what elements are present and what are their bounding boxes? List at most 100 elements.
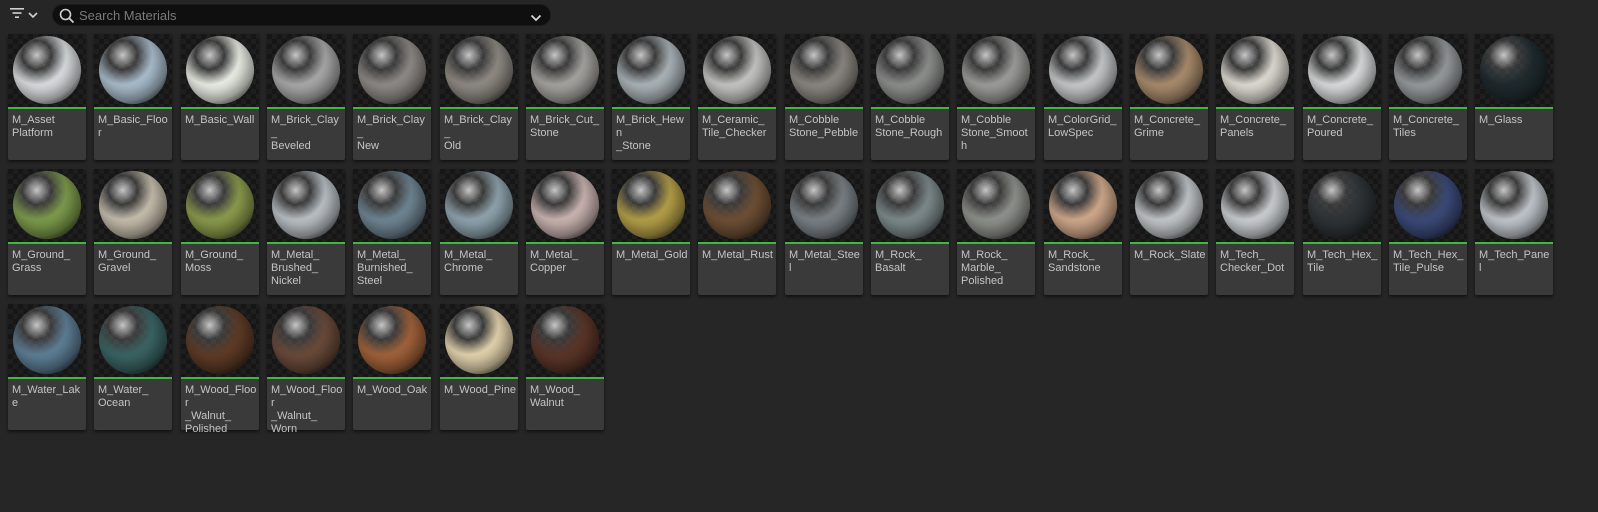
material-tile[interactable]: M_Ceramic_ Tile_Checker <box>698 34 776 160</box>
material-tile[interactable]: M_Water_ Ocean <box>94 304 172 430</box>
material-name: M_Wood_Pine <box>444 384 516 396</box>
material-name: M_Basic_Wall <box>185 114 255 126</box>
material-tile[interactable]: M_Wood_ Walnut <box>526 304 604 430</box>
material-thumbnail <box>440 169 518 244</box>
material-thumbnail <box>440 304 518 379</box>
material-thumbnail <box>1475 169 1553 244</box>
material-tile[interactable]: M_Brick_Clay_ Beveled <box>267 34 345 160</box>
material-tile[interactable]: M_Tech_Hex_ Tile <box>1303 169 1381 295</box>
material-name: M_Water_ Ocean <box>98 384 149 409</box>
material-thumbnail <box>957 34 1035 109</box>
material-tile[interactable]: M_Tech_ Checker_Dot <box>1216 169 1294 295</box>
material-thumbnail <box>181 169 259 244</box>
material-thumbnail <box>94 169 172 244</box>
material-tile[interactable]: M_Metal_ Brushed_ Nickel <box>267 169 345 295</box>
material-tile[interactable]: M_Concrete_ Tiles <box>1389 34 1467 160</box>
material-tile[interactable]: M_Concrete_ Grime <box>1130 34 1208 160</box>
material-sphere-preview <box>531 306 599 374</box>
material-tile[interactable]: M_Concrete_ Poured <box>1303 34 1381 160</box>
material-tile[interactable]: M_Wood_Floor _Walnut_ Polished <box>181 304 259 435</box>
material-thumbnail <box>1303 169 1381 244</box>
material-thumbnail <box>612 34 690 109</box>
material-tile[interactable]: M_Rock_ Marble_ Polished <box>957 169 1035 295</box>
material-name: M_Rock_Slate <box>1134 249 1206 261</box>
material-sphere-preview <box>445 171 513 239</box>
material-tile[interactable]: M_Brick_Clay_ Old <box>440 34 518 160</box>
material-name: M_Ground_ Moss <box>185 249 244 274</box>
material-tile[interactable]: M_Brick_Cut_ Stone <box>526 34 604 160</box>
material-sphere-preview <box>445 36 513 104</box>
material-sphere-preview <box>186 36 254 104</box>
search-box[interactable] <box>52 4 551 26</box>
material-tile[interactable]: M_Asset Platform <box>8 34 86 160</box>
material-name: M_Metal_Steel <box>789 249 860 274</box>
material-thumbnail <box>353 304 431 379</box>
material-tile[interactable]: M_Tech_Panel <box>1475 169 1553 295</box>
material-name: M_Wood_Floor _Walnut_ Worn <box>271 384 343 435</box>
material-tile[interactable]: M_Glass <box>1475 34 1553 160</box>
material-tile[interactable]: M_Metal_ Burnished_ Steel <box>353 169 431 295</box>
material-thumbnail <box>181 304 259 379</box>
search-options-chevron-icon[interactable] <box>530 10 542 28</box>
material-sphere-preview <box>790 171 858 239</box>
material-thumbnail <box>698 34 776 109</box>
material-sphere-preview <box>1135 171 1203 239</box>
material-thumbnail <box>1130 169 1208 244</box>
toolbar <box>0 0 1598 30</box>
material-tile[interactable]: M_Ground_ Moss <box>181 169 259 295</box>
material-tile[interactable]: M_Metal_ Copper <box>526 169 604 295</box>
material-name: M_Brick_Clay_ Beveled <box>271 114 339 152</box>
material-tile[interactable]: M_Basic_Wall <box>181 34 259 160</box>
material-tile[interactable]: M_Basic_Floor <box>94 34 172 160</box>
material-tile[interactable]: M_Cobble Stone_Smooth <box>957 34 1035 160</box>
material-tile[interactable]: M_Wood_Floor _Walnut_ Worn <box>267 304 345 435</box>
material-tile[interactable]: M_Concrete_ Panels <box>1216 34 1294 160</box>
material-sphere-preview <box>186 171 254 239</box>
material-name: M_Cobble Stone_Smooth <box>961 114 1028 152</box>
material-thumbnail <box>526 304 604 379</box>
material-tile[interactable]: M_Cobble Stone_Pebble <box>785 34 863 160</box>
filter-button[interactable] <box>9 5 43 25</box>
material-name: M_Tech_ Checker_Dot <box>1220 249 1285 274</box>
material-sphere-preview <box>1480 171 1548 239</box>
material-tile[interactable]: M_Ground_ Gravel <box>94 169 172 295</box>
material-sphere-preview <box>1135 36 1203 104</box>
material-name: M_Rock_ Marble_ Polished <box>961 249 1008 287</box>
material-sphere-preview <box>358 306 426 374</box>
material-tile[interactable]: M_Cobble Stone_Rough <box>871 34 949 160</box>
material-tile[interactable]: M_Metal_Gold <box>612 169 690 295</box>
material-tile[interactable]: M_Brick_Clay_ New <box>353 34 431 160</box>
material-tile[interactable]: M_Wood_Pine <box>440 304 518 430</box>
material-tile[interactable]: M_Brick_Hewn _Stone <box>612 34 690 160</box>
material-thumbnail <box>698 169 776 244</box>
material-tile[interactable]: M_Wood_Oak <box>353 304 431 430</box>
material-name: M_Brick_Clay_ Old <box>444 114 512 152</box>
material-sphere-preview <box>531 36 599 104</box>
material-sphere-preview <box>99 171 167 239</box>
material-tile[interactable]: M_Metal_ Chrome <box>440 169 518 295</box>
material-thumbnail <box>1389 169 1467 244</box>
material-sphere-preview <box>876 36 944 104</box>
material-name: M_Cobble Stone_Pebble <box>789 114 859 139</box>
material-thumbnail <box>526 169 604 244</box>
material-name: M_Tech_Hex_ Tile <box>1307 249 1378 274</box>
material-sphere-preview <box>99 36 167 104</box>
material-tile[interactable]: M_Metal_Rust <box>698 169 776 295</box>
material-name: M_Brick_Hewn _Stone <box>616 114 684 152</box>
search-input[interactable] <box>79 5 519 25</box>
material-tile[interactable]: M_Water_Lake <box>8 304 86 430</box>
material-tile[interactable]: M_Metal_Steel <box>785 169 863 295</box>
material-tile[interactable]: M_ColorGrid_ LowSpec <box>1044 34 1122 160</box>
material-sphere-preview <box>790 36 858 104</box>
material-name: M_Metal_Rust <box>702 249 773 261</box>
material-tile[interactable]: M_Rock_Slate <box>1130 169 1208 295</box>
material-tile[interactable]: M_Tech_Hex_ Tile_Pulse <box>1389 169 1467 295</box>
material-sphere-preview <box>1308 171 1376 239</box>
material-thumbnail <box>1216 34 1294 109</box>
material-thumbnail <box>785 34 863 109</box>
material-tile[interactable]: M_Rock_ Basalt <box>871 169 949 295</box>
material-tile[interactable]: M_Ground_ Grass <box>8 169 86 295</box>
material-name: M_Metal_ Burnished_ Steel <box>357 249 413 287</box>
material-sphere-preview <box>13 306 81 374</box>
material-tile[interactable]: M_Rock_ Sandstone <box>1044 169 1122 295</box>
